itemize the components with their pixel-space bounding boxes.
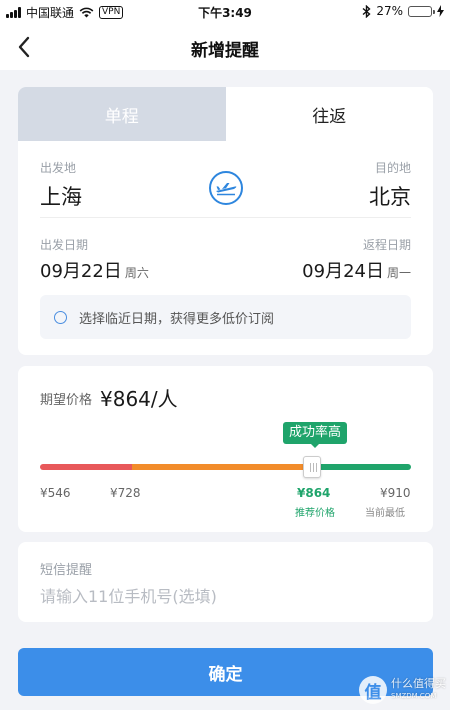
departure-label: 出发地 (40, 161, 77, 175)
price-track-mid (132, 464, 312, 470)
battery-percent: 27% (376, 4, 403, 18)
depart-date-label: 出发日期 (40, 238, 89, 252)
destination-label: 目的地 (374, 161, 411, 175)
expected-price-label: 期望价格 (40, 393, 93, 408)
status-right: 27% (362, 4, 444, 18)
price-tick: ¥546 (40, 486, 71, 500)
watermark-seal: 值 (359, 676, 387, 704)
departure-city[interactable]: 上海 (40, 181, 82, 211)
page-title: 新增提醒 (191, 41, 259, 61)
sms-reminder-label: 短信提醒 (40, 563, 93, 578)
status-bar: 中国联通 VPN 下午3:49 27% (0, 0, 450, 24)
battery-icon (408, 5, 435, 17)
watermark: 值 什么值得买 SMZDM.COM (359, 676, 446, 704)
expected-price-card: 期望价格 ¥864/人 成功率高 ¥546 ¥728 ¥864 推荐价格 ¥91… (18, 366, 433, 532)
grip-line (313, 463, 314, 472)
return-weekday: 周一 (386, 266, 411, 280)
nearby-dates-text: 选择临近日期，获得更多低价订阅 (79, 311, 275, 327)
price-track-high (312, 464, 411, 470)
watermark-line2: SMZDM.COM (391, 692, 437, 700)
airplane-glyph (216, 183, 237, 196)
watermark-text: 什么值得买 SMZDM.COM (391, 677, 446, 703)
route-card: 单程 往返 出发地 上海 目的地 北京 出发日期 09月22日 周六 返程日期 0… (18, 87, 433, 355)
divider (40, 217, 411, 218)
grip-line (310, 463, 311, 472)
price-tick: ¥728 (110, 486, 141, 500)
depart-date-value: 09月22日 (40, 261, 122, 282)
nearby-dates-option[interactable]: 选择临近日期，获得更多低价订阅 (40, 295, 411, 339)
plane-icon[interactable] (209, 171, 243, 205)
price-tick-recommended: ¥864 (297, 486, 331, 500)
tab-round-trip[interactable]: 往返 (225, 87, 433, 141)
phone-number-input[interactable] (40, 584, 410, 608)
price-track-low (40, 464, 132, 470)
bluetooth-icon (362, 4, 371, 18)
depart-weekday: 周六 (124, 266, 149, 280)
return-date-value: 09月24日 (302, 261, 384, 282)
price-slider-handle[interactable] (303, 456, 321, 478)
tab-one-way[interactable]: 单程 (18, 87, 226, 141)
expected-price-value: ¥864/人 (100, 387, 178, 411)
return-date[interactable]: 09月24日 周一 (302, 257, 411, 283)
watermark-line1: 什么值得买 (391, 677, 446, 690)
price-tick-lowest: ¥910 (380, 486, 411, 500)
return-date-label: 返程日期 (362, 238, 411, 252)
depart-date[interactable]: 09月22日 周六 (40, 257, 149, 283)
recommended-price-label: 推荐价格 (295, 508, 335, 519)
current-lowest-label: 当前最低 (365, 508, 405, 519)
destination-city[interactable]: 北京 (369, 181, 411, 211)
success-rate-badge: 成功率高 (283, 422, 348, 448)
radio-unchecked-icon[interactable] (54, 310, 67, 324)
charging-icon (437, 5, 444, 17)
grip-line (316, 463, 317, 472)
navigation-bar: 新增提醒 (0, 24, 450, 70)
sms-reminder-card: 短信提醒 (18, 542, 433, 622)
trip-type-tabs: 单程 往返 (18, 87, 433, 141)
